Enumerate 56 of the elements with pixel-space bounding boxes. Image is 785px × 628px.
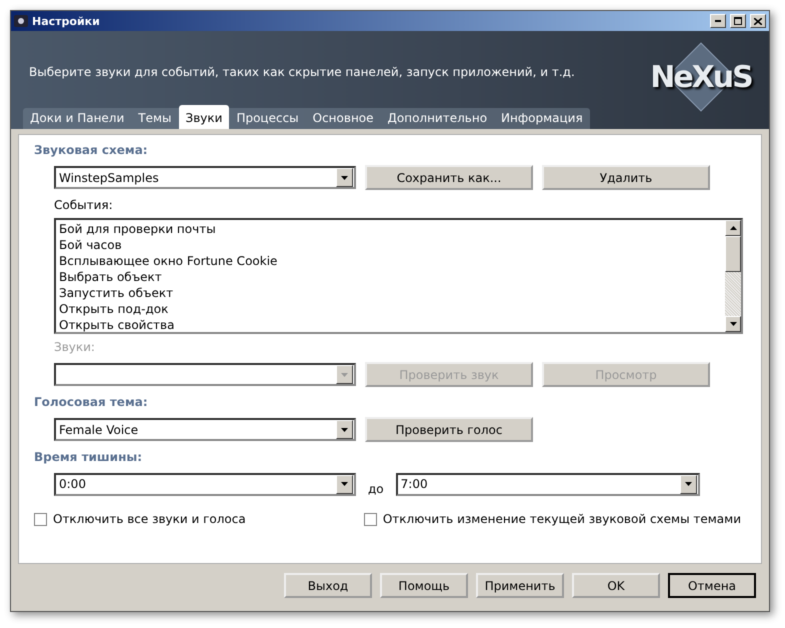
header-description: Выберите звуки для событий, таких как скрытие панелей, запуск приложений, и т.д. [29,65,575,79]
minimize-button[interactable] [710,14,726,28]
event-item[interactable]: Запустить объект [59,285,722,301]
checkbox[interactable] [364,512,377,526]
event-item[interactable]: Всплывающее окно Fortune Cookie [59,253,722,269]
sounds-dropdown[interactable] [54,363,356,386]
dialog-button[interactable]: Применить [476,573,564,598]
events-label: События: [54,198,114,212]
close-button[interactable] [750,14,766,28]
tab[interactable]: Основное [306,108,381,129]
time-dropdown[interactable]: 0:00 [54,472,356,496]
dialog-button[interactable]: Выход [284,573,372,598]
event-item[interactable]: Бой для проверки почты [59,221,722,237]
event-item[interactable]: Бой часов [59,237,722,253]
dropdown-arrow-icon [341,176,348,180]
dropdown-arrow-icon [730,322,736,326]
voice-button[interactable]: Проверить голос [365,417,533,442]
dialog-button[interactable]: Отмена [668,573,756,598]
time-dropdown[interactable]: 7:00 [396,472,700,496]
logo: NeXuS [650,60,752,94]
dropdown-arrow-icon [341,428,348,432]
tab[interactable]: Звуки [178,105,230,129]
maximize-icon [734,17,742,25]
voice-dropdown[interactable]: Female Voice [54,418,356,441]
range-separator: до [368,482,384,496]
event-item[interactable]: Открыть свойства [59,317,722,333]
minimize-icon [715,20,721,22]
app-icon [14,15,28,27]
scheme-button[interactable]: Сохранить как... [365,165,533,190]
sounds-label: Звуки: [54,340,95,354]
dropdown-arrow-icon [341,482,348,486]
dialog-button[interactable]: OK [572,573,660,598]
scroll-up-icon [730,226,736,230]
tab[interactable]: Дополнительно [380,108,494,129]
events-list[interactable]: Бой для проверки почты Бой часов Всплывающее окно Fortune Cookie Выбрать объект Запустить объект Открыть под-док Открыть свойства [54,218,743,334]
scheme-dropdown[interactable]: WinstepSamples [54,166,356,189]
section-heading: Звуковая схема: [34,143,149,157]
dialog-button[interactable]: Помощь [380,573,468,598]
window-title: Настройки [32,14,101,28]
maximize-button[interactable] [730,14,746,28]
section-heading: Голосовая тема: [34,395,149,409]
dropdown-arrow-icon [684,482,692,486]
checkbox[interactable] [34,512,47,526]
tab[interactable]: Информация [494,108,590,129]
section-heading: Время тишины: [34,450,144,464]
close-icon [754,18,762,24]
checkbox-option[interactable]: Отключить изменение текущей звуковой схемы темами [364,512,741,526]
checkbox-option[interactable]: Отключить все звуки и голоса [34,512,246,526]
event-item[interactable]: Открыть под-док [59,301,722,317]
scheme-button[interactable]: Удалить [542,165,710,190]
tab[interactable]: Процессы [229,108,306,129]
dropdown-arrow-icon [341,372,348,376]
scrollbar[interactable] [725,220,741,332]
tab[interactable]: Доки и Панели [23,108,132,129]
event-item[interactable]: Выбрать объект [59,269,722,285]
tab[interactable]: Темы [131,108,179,129]
